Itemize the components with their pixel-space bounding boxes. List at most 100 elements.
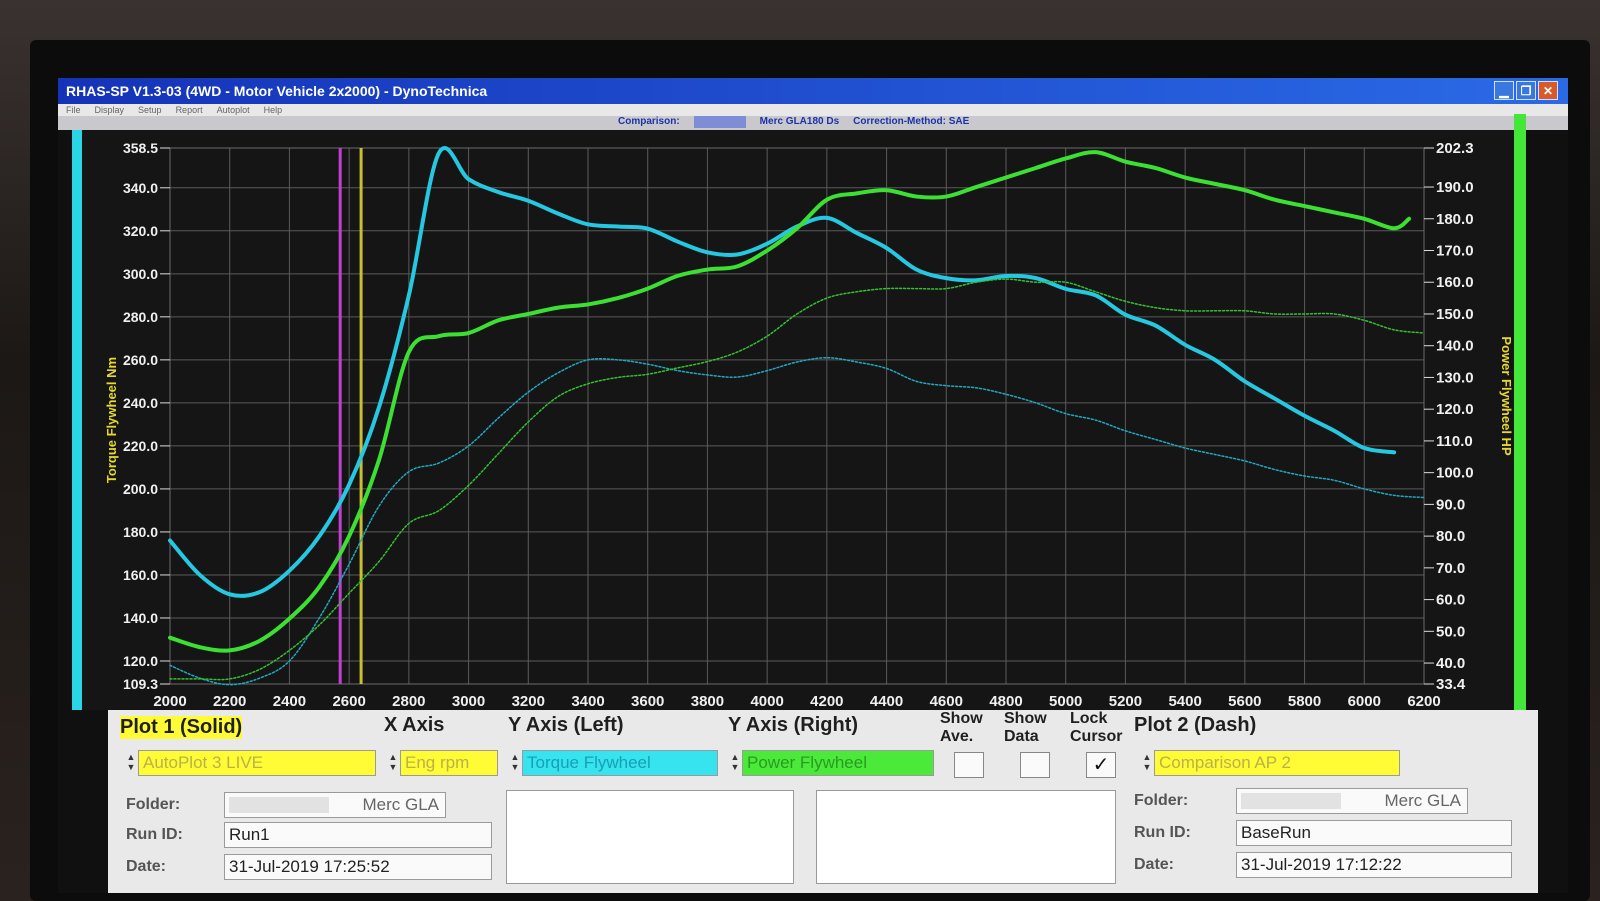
plot1-folder-value: Merc GLA [362,795,439,814]
right-tick-label: 110.0 [1436,433,1473,450]
x-tick-label: 3600 [631,693,664,710]
left-tick-label: 220.0 [123,438,158,454]
lock-cursor-checkbox[interactable]: ✓ [1086,752,1116,778]
x-tick-label: 2200 [213,693,246,710]
yright-spinner-icon[interactable]: ▲ ▼ [730,752,740,772]
x-tick-label: 3000 [452,693,485,710]
redacted-path-2 [1241,793,1341,809]
plot2-date-label: Date: [1134,856,1175,873]
yaxis-left-title: Y Axis (Left) [508,714,624,736]
x-tick-label: 3200 [512,693,545,710]
x-tick-label: 5000 [1049,693,1082,710]
right-tick-label: 130.0 [1436,369,1474,386]
right-tick-label: 150.0 [1436,306,1474,323]
right-tick-label: 90.0 [1436,496,1465,513]
right-tick-label: 190.0 [1436,179,1474,196]
right-tick-label: 40.0 [1436,655,1465,672]
right-tick-label: 180.0 [1436,211,1474,228]
plot1-folder-field[interactable]: Merc GLA [224,792,446,818]
x-tick-label: 2400 [273,693,306,710]
left-tick-label: 200.0 [123,481,158,497]
show-data-label-2: Data [1004,728,1039,745]
notes-box-right[interactable] [816,790,1116,884]
plot1-date-label: Date: [126,858,167,875]
left-tick-label: 320.0 [123,223,158,239]
x-tick-label: 4600 [930,693,963,710]
plot1-date-field[interactable]: 31-Jul-2019 17:25:52 [224,854,492,880]
plot2-folder-value: Merc GLA [1384,791,1461,810]
x-tick-label: 6200 [1407,693,1440,710]
x-tick-label: 4000 [750,693,783,710]
right-tick-label: 60.0 [1436,592,1465,609]
plot2-folder-label: Folder: [1134,792,1189,809]
left-tick-label: 240.0 [123,395,158,411]
x-tick-label: 5800 [1288,693,1321,710]
left-tick-label: 358.5 [123,140,158,156]
yaxis-right-title: Y Axis (Right) [728,714,859,736]
left-tick-label: 180.0 [123,524,158,540]
redacted-path [229,797,329,813]
x-tick-label: 5400 [1168,693,1201,710]
show-data-checkbox[interactable] [1020,752,1050,778]
xaxis-title: X Axis [384,714,445,736]
x-tick-label: 4200 [810,693,843,710]
plot1-title: Plot 1 (Solid) [120,716,243,739]
x-tick-label: 3400 [571,693,604,710]
plot1-runid-label: Run ID: [126,826,183,843]
left-tick-label: 260.0 [123,352,158,368]
plot1-runid-field[interactable]: Run1 [224,822,492,848]
left-tick-label: 120.0 [123,653,158,669]
right-tick-label: 170.0 [1436,243,1474,260]
right-tick-label: 120.0 [1436,401,1474,418]
x-tick-label: 2600 [332,693,365,710]
right-axis-label: Power Flywheel HP [1499,336,1514,456]
x-tick-label: 2000 [153,693,186,710]
right-tick-label: 70.0 [1436,560,1465,577]
plot1-select[interactable]: AutoPlot 3 LIVE [138,750,376,776]
plot2-select[interactable]: Comparison AP 2 [1154,750,1400,776]
plot2-date-field[interactable]: 31-Jul-2019 17:12:22 [1236,852,1512,878]
right-tick-label: 33.4 [1436,676,1466,693]
x-tick-label: 6000 [1348,693,1381,710]
x-tick-label: 5600 [1228,693,1261,710]
plot1-spinner-icon[interactable]: ▲ ▼ [126,752,136,772]
left-axis-label: Torque Flywheel Nm [104,357,119,483]
app-window: RHAS-SP V1.3-03 (4WD - Motor Vehicle 2x2… [58,78,1568,893]
right-tick-label: 50.0 [1436,623,1465,640]
x-tick-label: 4800 [989,693,1022,710]
right-tick-label: 140.0 [1436,338,1474,355]
left-tick-label: 160.0 [123,567,158,583]
plot2-folder-field[interactable]: Merc GLA [1236,788,1468,814]
x-tick-label: 4400 [870,693,903,710]
dyno-chart[interactable]: 358.5 340.0 320.0 300.0 280.0 260.0 240.0 220.0… [58,78,1568,710]
plot2-spinner-icon[interactable]: ▲ ▼ [1142,752,1152,772]
right-tick-label: 160.0 [1436,274,1474,291]
yaxis-left-select[interactable]: Torque Flywheel [522,750,718,776]
xaxis-select[interactable]: Eng rpm [400,750,498,776]
notes-box-left[interactable] [506,790,794,884]
yleft-spinner-icon[interactable]: ▲ ▼ [510,752,520,772]
left-tick-label: 109.3 [123,676,158,692]
x-tick-label: 3800 [691,693,724,710]
lock-cursor-label-2: Cursor [1070,728,1123,745]
right-tick-label: 100.0 [1436,465,1474,482]
lock-cursor-label: Lock [1070,710,1108,727]
show-data-label: Show [1004,710,1047,727]
x-tick-label: 5200 [1109,693,1142,710]
plot2-runid-field[interactable]: BaseRun [1236,820,1512,846]
right-tick-label: 80.0 [1436,528,1465,545]
plot2-runid-label: Run ID: [1134,824,1191,841]
control-panel: Plot 1 (Solid) X Axis Y Axis (Left) Y Ax… [108,710,1538,893]
left-tick-label: 280.0 [123,309,158,325]
show-ave-label: Show [940,710,983,727]
right-tick-label: 202.3 [1436,140,1474,157]
plot-area [82,130,1514,710]
yaxis-right-select[interactable]: Power Flywheel [742,750,934,776]
left-tick-label: 300.0 [123,266,158,282]
plot2-title: Plot 2 (Dash) [1134,714,1257,736]
show-ave-checkbox[interactable] [954,752,984,778]
x-tick-label: 2800 [392,693,425,710]
plot1-folder-label: Folder: [126,796,181,813]
left-tick-label: 340.0 [123,180,158,196]
xaxis-spinner-icon[interactable]: ▲ ▼ [388,752,398,772]
